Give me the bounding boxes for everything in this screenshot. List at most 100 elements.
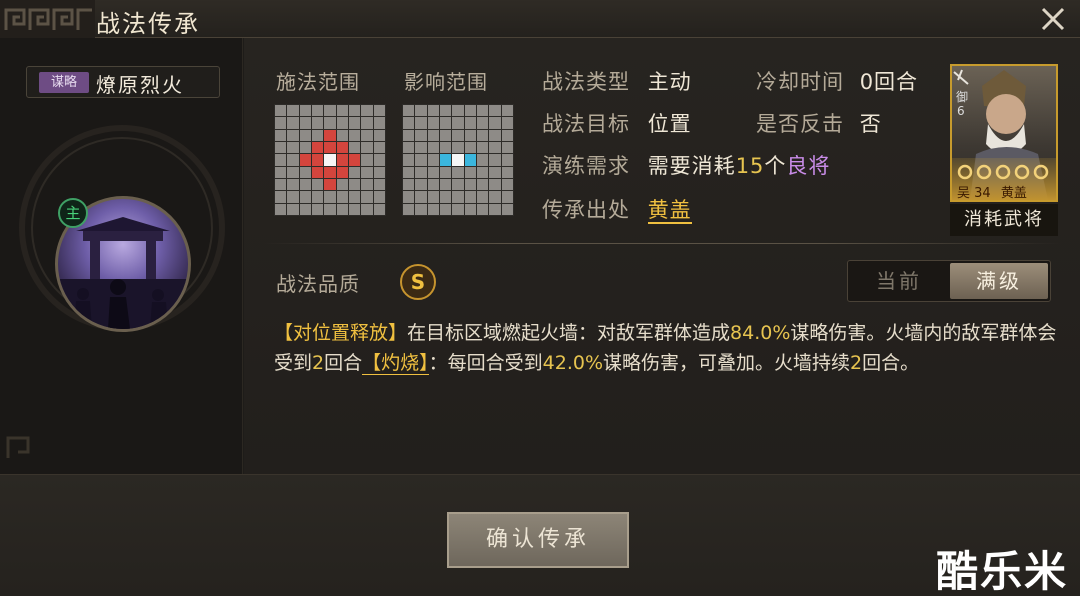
grid-cell: [439, 178, 452, 191]
desc-num-1: 84.0%: [730, 322, 791, 344]
grid-cell: [464, 141, 476, 154]
grid-cell: [287, 129, 299, 141]
grid-cell: [415, 105, 427, 117]
card-info: 吴 34 黄盖: [957, 182, 1027, 200]
grid-cell: [427, 178, 439, 191]
grid-cell: [299, 191, 311, 203]
info-row-counter: 是否反击 否: [756, 108, 882, 138]
grid-cell: [439, 166, 452, 178]
grid-cell: [287, 178, 299, 191]
grid-cell: [311, 191, 324, 203]
grid-cell: [324, 166, 336, 178]
grid-cell: [373, 203, 385, 215]
watermark: 酷乐米: [935, 547, 1068, 596]
grid-cell: [348, 178, 361, 191]
grid-cell: [275, 105, 287, 117]
grid-cell: [287, 166, 299, 178]
grid-cell: [336, 154, 348, 166]
source-label: 传承出处: [542, 198, 630, 222]
require-count: 15: [735, 154, 765, 178]
grid-cell: [501, 166, 513, 178]
close-icon: [1041, 7, 1065, 31]
grid-cell: [403, 141, 415, 154]
grid-cell: [501, 191, 513, 203]
grid-cell: [299, 154, 311, 166]
grid-cell: [403, 105, 415, 117]
grid-cell: [501, 203, 513, 215]
skill-name: 燎原烈火: [96, 73, 184, 97]
grid-cell: [287, 141, 299, 154]
grid-cell: [275, 191, 287, 203]
grid-cell: [489, 166, 501, 178]
desc-tag-burn[interactable]: 【灼烧】: [362, 352, 429, 375]
grid-cell: [299, 141, 311, 154]
grid-cell: [464, 166, 476, 178]
desc-text-5: 谋略伤害，可叠加。火墙持续: [603, 352, 851, 374]
grid-cell: [373, 129, 385, 141]
grid-cell: [348, 154, 361, 166]
grid-cell: [348, 141, 361, 154]
main-skill-badge: 主: [58, 198, 88, 228]
grid-cell: [361, 178, 373, 191]
grid-cell: [299, 166, 311, 178]
grid-cell: [439, 105, 452, 117]
toggle-max-button[interactable]: 满级: [950, 263, 1048, 299]
grid-cell: [324, 154, 336, 166]
grid-cell: [476, 178, 489, 191]
grid-cell: [489, 141, 501, 154]
card-caption: 消耗武将: [950, 204, 1058, 236]
grid-cell: [439, 141, 452, 154]
grid-cell: [311, 203, 324, 215]
grid-cell: [452, 178, 464, 191]
grid-cell: [476, 105, 489, 117]
info-row-target: 战法目标 位置: [542, 108, 692, 138]
counter-value: 否: [859, 112, 882, 136]
grid-cell: [439, 117, 452, 129]
grid-cell: [336, 141, 348, 154]
grid-cell: [324, 105, 336, 117]
general-card[interactable]: 御 6 吴 34 黄盖: [950, 64, 1058, 202]
grid-cell: [501, 129, 513, 141]
grid-cell: [299, 129, 311, 141]
cooldown-label: 冷却时间: [756, 70, 844, 94]
counter-label: 是否反击: [756, 112, 844, 136]
grid-cell: [361, 117, 373, 129]
toggle-current-button[interactable]: 当前: [850, 263, 948, 299]
title-ornament-icon: [0, 0, 95, 38]
grid-cell: [415, 191, 427, 203]
grid-cell: [311, 154, 324, 166]
grid-cell: [311, 105, 324, 117]
grid-cell: [324, 141, 336, 154]
grid-cell: [452, 154, 464, 166]
grid-cell: [464, 129, 476, 141]
grid-cell: [336, 117, 348, 129]
grid-cell: [452, 191, 464, 203]
grid-cell: [415, 129, 427, 141]
grid-cell: [336, 191, 348, 203]
grid-cell: [403, 178, 415, 191]
skill-panel: 谋略 燎原烈火 主: [0, 38, 243, 474]
grid-cell: [476, 154, 489, 166]
grid-cell: [501, 105, 513, 117]
grid-cell: [275, 178, 287, 191]
confirm-inherit-button[interactable]: 确认传承: [447, 512, 629, 568]
desc-text-4: ：每回合受到: [428, 352, 543, 374]
grid-cell: [476, 141, 489, 154]
quality-label: 战法品质: [276, 272, 360, 296]
require-item: 良将: [786, 154, 831, 178]
grid-cell: [452, 117, 464, 129]
grid-cell: [476, 166, 489, 178]
grid-cell: [275, 154, 287, 166]
grid-cell: [336, 203, 348, 215]
grid-cell: [348, 105, 361, 117]
grid-cell: [373, 191, 385, 203]
close-button[interactable]: [1036, 2, 1070, 36]
grid-cell: [452, 203, 464, 215]
grid-cell: [476, 129, 489, 141]
grid-cell: [373, 105, 385, 117]
card-side: 御: [956, 90, 969, 104]
grid-cell: [489, 203, 501, 215]
source-general-link[interactable]: 黄盖: [647, 198, 692, 224]
grid-cell: [324, 117, 336, 129]
grid-cell: [464, 105, 476, 117]
